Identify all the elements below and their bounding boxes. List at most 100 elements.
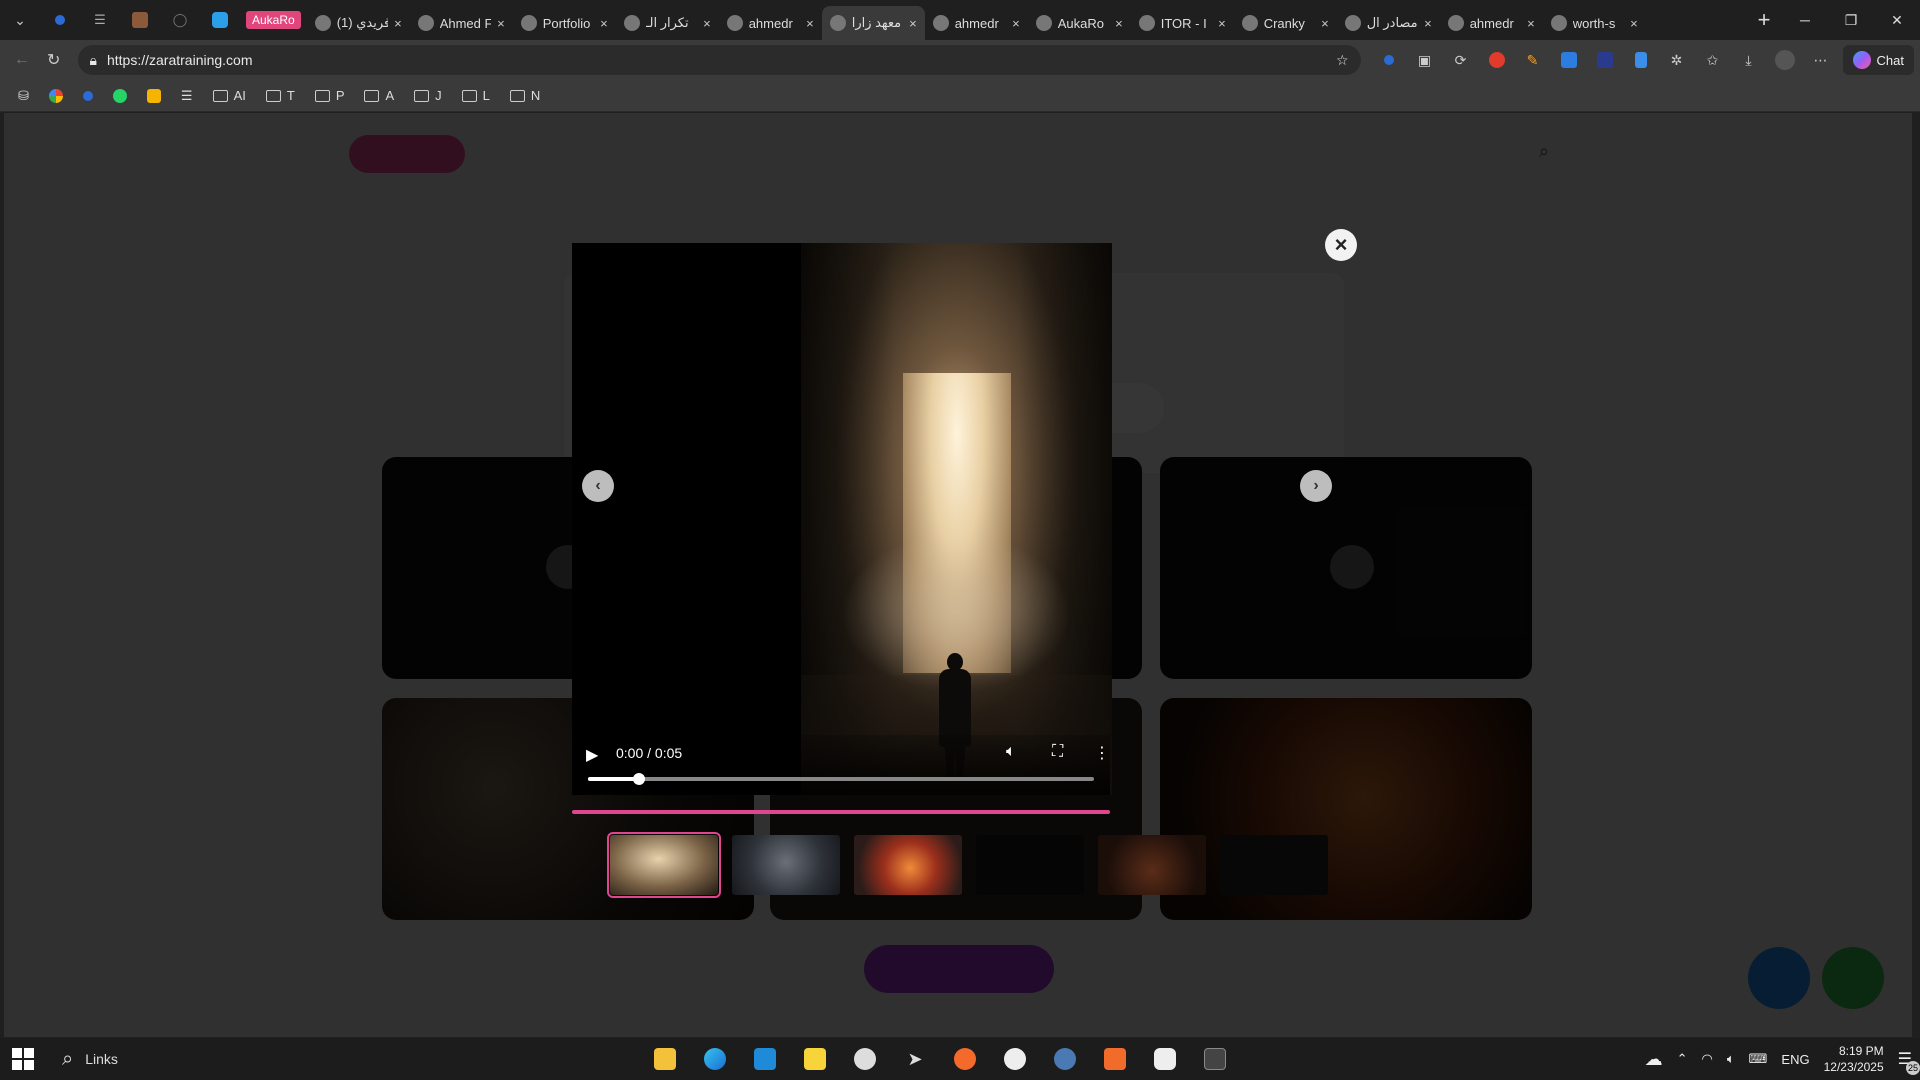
postgres-icon[interactable] — [1048, 1042, 1082, 1076]
bookmark-whatsapp[interactable] — [105, 83, 135, 109]
window-close-icon[interactable]: ✕ — [1874, 0, 1920, 40]
browser-tab[interactable]: ahmedr × — [1440, 6, 1543, 40]
browser-tab[interactable]: ITOR - I × — [1131, 6, 1234, 40]
extension-flame-icon[interactable] — [1481, 44, 1513, 76]
tab-close-icon[interactable]: × — [1527, 16, 1535, 31]
app-circle-icon[interactable] — [848, 1042, 882, 1076]
speaker-icon[interactable]: 🔈︎ — [1727, 1051, 1735, 1067]
terminal-icon[interactable] — [1198, 1042, 1232, 1076]
address-bar[interactable]: 🔒︎ https://zaratraining.com ☆ — [77, 45, 1361, 75]
tab-close-icon[interactable]: × — [806, 16, 814, 31]
more-menu-icon[interactable]: ⋯ — [1805, 44, 1837, 76]
lightbox-prev-button[interactable]: ‹ — [582, 470, 614, 502]
taskbar-search[interactable]: ⌕ Links — [62, 1048, 118, 1071]
vscode-icon[interactable] — [748, 1042, 782, 1076]
extension-f-icon[interactable] — [1553, 44, 1585, 76]
wifi-icon[interactable]: ◠ — [1702, 1051, 1713, 1067]
browser-tab[interactable]: مصادر ال × — [1337, 6, 1440, 40]
app-cursor-icon[interactable]: ➤ — [898, 1042, 932, 1076]
pinned-tab-canva[interactable] — [200, 0, 240, 40]
app-cat-icon[interactable] — [1148, 1042, 1182, 1076]
pinned-tab-list[interactable]: ☰ — [80, 0, 120, 40]
browser-tab[interactable]: تكرار الـ × — [616, 6, 719, 40]
notification-center-icon[interactable]: ☰ 25 — [1898, 1049, 1920, 1075]
extension-badge-icon[interactable] — [1589, 44, 1621, 76]
tab-close-icon[interactable]: × — [600, 16, 608, 31]
tab-close-icon[interactable]: × — [1630, 16, 1638, 31]
bookmark-folder[interactable]: AI — [205, 83, 254, 109]
bookmark-google[interactable] — [41, 83, 71, 109]
lightbox-thumbnail[interactable] — [976, 835, 1084, 895]
refresh-icon[interactable]: ↻ — [38, 44, 70, 76]
downloads-icon[interactable]: ⤓ — [1733, 44, 1765, 76]
weather-icon[interactable]: ☁ — [1645, 1049, 1663, 1070]
favorites-icon[interactable]: ✩ — [1697, 44, 1729, 76]
bookmark-folder[interactable]: J — [406, 83, 450, 109]
bookmark-gem[interactable] — [75, 83, 101, 109]
tab-close-icon[interactable]: × — [703, 16, 711, 31]
extension-screen-icon[interactable]: ▣ — [1409, 44, 1441, 76]
lightbox-thumbnail[interactable] — [732, 835, 840, 895]
tab-close-icon[interactable]: × — [1115, 16, 1123, 31]
browser-tab[interactable]: Ahmed F × — [410, 6, 513, 40]
pinned-tab-book[interactable] — [120, 0, 160, 40]
profile-avatar[interactable] — [1769, 44, 1801, 76]
bookmark-folder[interactable]: T — [258, 83, 303, 109]
windows-start-icon[interactable] — [12, 1048, 34, 1070]
tab-close-icon[interactable]: × — [909, 16, 917, 31]
tab-close-icon[interactable]: × — [1321, 16, 1329, 31]
favorite-star-icon[interactable]: ☆ — [1336, 52, 1349, 69]
tab-close-icon[interactable]: × — [394, 16, 402, 31]
browser-tab[interactable]: AukaRo × — [1028, 6, 1131, 40]
tab-close-icon[interactable]: × — [497, 16, 505, 31]
extension-gem-icon[interactable] — [1373, 44, 1405, 76]
lightbox-next-button[interactable]: › — [1300, 470, 1332, 502]
play-icon[interactable]: ▶ — [586, 745, 598, 765]
lightbox-thumbnail[interactable] — [1098, 835, 1206, 895]
browser-tab[interactable]: ahmedr × — [925, 6, 1028, 40]
bookmark-keep[interactable] — [139, 83, 169, 109]
lightbox-close-button[interactable]: × — [1325, 229, 1357, 261]
restore-icon[interactable]: ❐ — [1828, 0, 1874, 40]
tab-close-icon[interactable]: × — [1218, 16, 1226, 31]
tray-chevron-icon[interactable]: ⌃ — [1677, 1051, 1688, 1067]
bookmark-folder[interactable]: N — [502, 83, 548, 109]
app-drop-icon[interactable] — [998, 1042, 1032, 1076]
keyboard-icon[interactable]: ⌨ — [1749, 1051, 1768, 1067]
volume-icon[interactable]: 🔈︎ — [1006, 743, 1016, 761]
file-explorer-icon[interactable] — [648, 1042, 682, 1076]
pinned-tab-whatsapp[interactable]: ◯ — [160, 0, 200, 40]
copilot-chat-button[interactable]: Chat — [1842, 45, 1914, 75]
video-more-icon[interactable]: ⋮ — [1094, 743, 1110, 763]
language-indicator[interactable]: ENG — [1781, 1052, 1809, 1067]
fullscreen-icon[interactable]: ⛶ — [1052, 743, 1063, 761]
tab-close-icon[interactable]: × — [1012, 16, 1020, 31]
tab-close-icon[interactable]: × — [1424, 16, 1432, 31]
browser-tab[interactable]: ahmedr × — [719, 6, 822, 40]
aukaro-pinned-tab[interactable]: AukaRo — [246, 11, 301, 29]
browser-tab[interactable]: (1) فريدي × — [307, 6, 410, 40]
back-arrow-icon[interactable]: ← — [6, 44, 38, 76]
browser-tab[interactable]: معهد زارا × — [821, 6, 925, 40]
minimize-icon[interactable]: ─ — [1782, 0, 1828, 40]
clock[interactable]: 8:19 PM 12/23/2025 — [1824, 1043, 1884, 1075]
browser-tab[interactable]: Cranky × — [1234, 6, 1337, 40]
bookmark-list[interactable]: ☰ — [173, 83, 201, 109]
extension-loop-icon[interactable]: ⟳ — [1445, 44, 1477, 76]
bookmark-folder[interactable]: A — [356, 83, 402, 109]
bookmark-folder[interactable]: L — [454, 83, 498, 109]
browser-tab[interactable]: Portfolio × — [513, 6, 616, 40]
extensions-puzzle-icon[interactable]: ✲ — [1661, 44, 1693, 76]
new-tab-button[interactable]: + — [1746, 3, 1782, 37]
browser-tab[interactable]: worth-s × — [1543, 6, 1646, 40]
pinned-tab-gem[interactable] — [40, 0, 80, 40]
bookmark-folder[interactable]: P — [307, 83, 353, 109]
bookmark-drive[interactable]: ⛁ — [10, 83, 37, 109]
extension-pen-icon[interactable]: ✎ — [1517, 44, 1549, 76]
extension-doc-icon[interactable] — [1625, 44, 1657, 76]
video-progress-knob[interactable] — [632, 773, 645, 785]
lightbox-thumbnail[interactable] — [1220, 835, 1328, 895]
sticky-notes-icon[interactable] — [798, 1042, 832, 1076]
tab-search-chevron-icon[interactable]: ⌄ — [0, 0, 40, 40]
lightbox-thumbnail[interactable] — [607, 832, 721, 898]
